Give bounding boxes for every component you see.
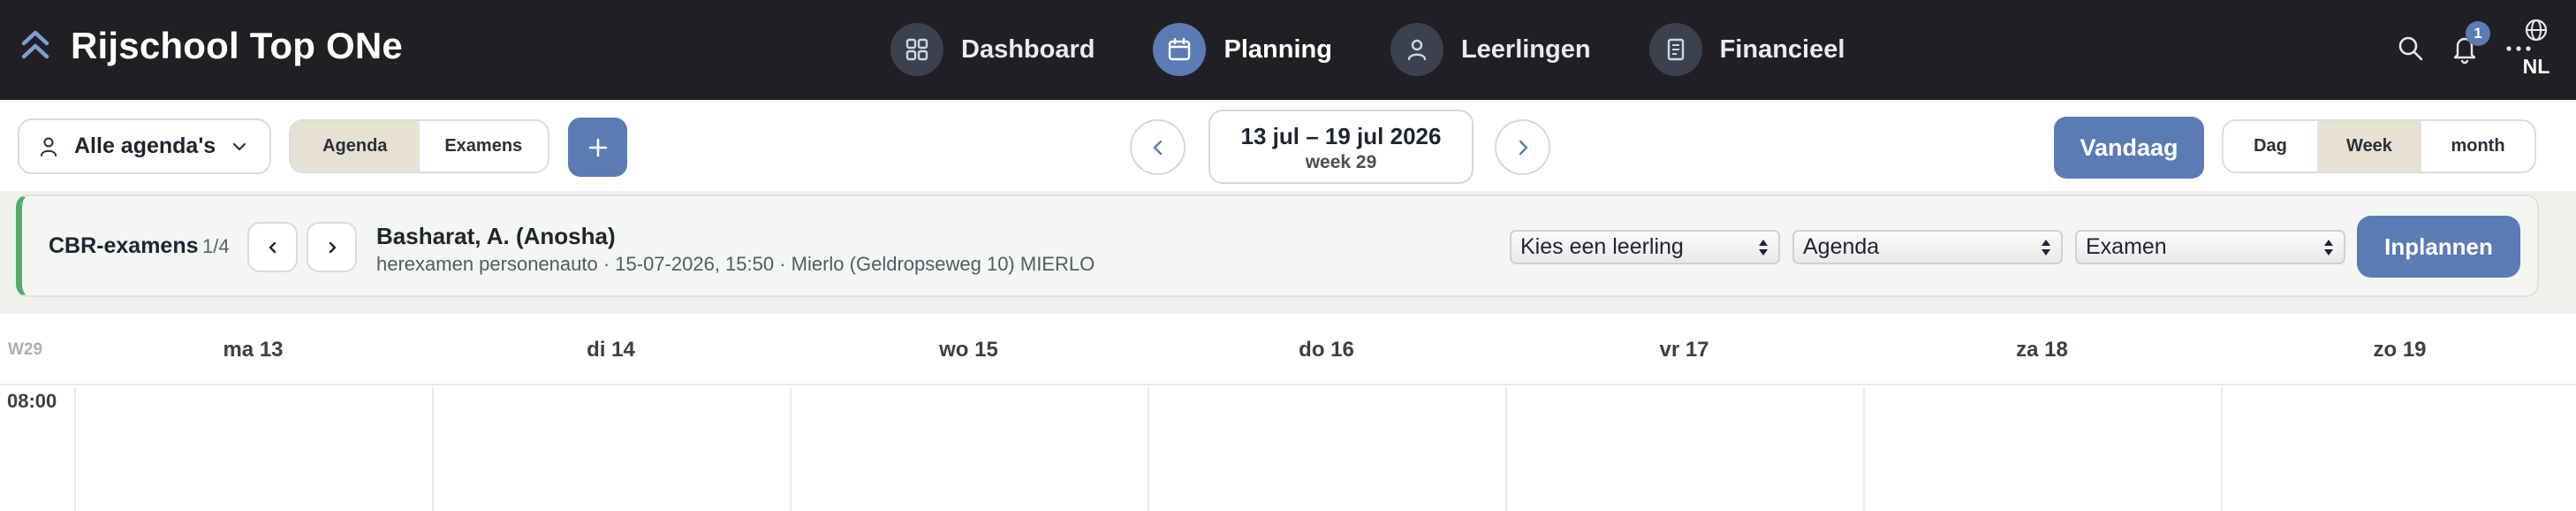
day-header-sunday[interactable]: zo 19 xyxy=(2221,338,2576,362)
day-column-divider xyxy=(1863,387,1865,511)
schedule-exam-button[interactable]: Inplannen xyxy=(2357,216,2520,278)
agenda-filter-select[interactable]: Alle agenda's xyxy=(18,118,271,174)
exam-select[interactable]: Examen xyxy=(2075,230,2345,264)
user-icon xyxy=(41,137,57,156)
select-arrows-icon xyxy=(2324,240,2333,256)
nav-label-leerlingen: Leerlingen xyxy=(1460,34,1591,64)
tab-week[interactable]: Week xyxy=(2317,121,2421,172)
previous-exam-button[interactable] xyxy=(247,222,298,272)
date-range-picker[interactable]: 13 jul – 19 jul 2026 week 29 xyxy=(1208,110,1474,184)
chevron-right-icon xyxy=(329,241,336,253)
agenda-select-value: Agenda xyxy=(1803,234,1880,259)
double-chevron-up-icon xyxy=(21,30,49,59)
language-code: NL xyxy=(2522,55,2550,78)
day-header-thursday[interactable]: do 16 xyxy=(1148,338,1505,362)
calendar-toolbar: Alle agenda's Agenda Examens 13 jul – 19… xyxy=(0,100,2576,191)
tab-dag[interactable]: Dag xyxy=(2224,121,2317,172)
day-header-wednesday[interactable]: wo 15 xyxy=(790,338,1148,362)
period-toggle: Dag Week month xyxy=(2222,119,2536,173)
agenda-select[interactable]: Agenda xyxy=(1792,230,2063,264)
nav-item-planning[interactable]: Planning xyxy=(1153,23,1332,76)
main-nav: Dashboard Planning Leerlingen Financieel xyxy=(890,23,1903,76)
week-label: week 29 xyxy=(1305,152,1377,172)
nav-label-dashboard: Dashboard xyxy=(961,34,1095,64)
nav-item-dashboard[interactable]: Dashboard xyxy=(890,23,1095,76)
day-column-divider xyxy=(1148,387,1149,511)
day-column-divider xyxy=(790,387,792,511)
previous-week-button[interactable] xyxy=(1130,119,1186,175)
calendar-icon xyxy=(1153,23,1207,76)
user-icon xyxy=(1390,23,1443,76)
app-title: Rijschool Top ONe xyxy=(71,25,403,66)
tab-agenda[interactable]: Agenda xyxy=(291,121,420,172)
day-column-divider xyxy=(2221,387,2223,511)
chevron-right-icon xyxy=(1519,140,1527,155)
agenda-filter-label: Alle agenda's xyxy=(74,133,216,158)
nav-label-planning: Planning xyxy=(1224,34,1332,64)
tab-examens[interactable]: Examens xyxy=(420,121,549,172)
next-week-button[interactable] xyxy=(1495,119,1550,175)
top-navigation-bar: Rijschool Top ONe Dashboard Planning Lee… xyxy=(0,0,2576,100)
week-calendar-grid: W29 ma 13 di 14 wo 15 do 16 vr 17 za 18 … xyxy=(0,314,2576,511)
select-arrows-icon xyxy=(1759,240,1768,256)
day-column-divider xyxy=(74,387,76,511)
today-button[interactable]: Vandaag xyxy=(2054,117,2204,179)
chevron-left-icon xyxy=(269,241,276,253)
day-header-row: W29 ma 13 di 14 wo 15 do 16 vr 17 za 18 … xyxy=(0,314,2576,385)
search-button[interactable] xyxy=(2397,34,2425,67)
nav-item-financieel[interactable]: Financieel xyxy=(1648,23,1845,76)
cbr-exam-panel: CBR-examens 1/4 Basharat, A. (Anosha) he… xyxy=(16,194,2539,297)
plus-icon xyxy=(588,138,607,156)
view-toggle: Agenda Examens xyxy=(289,119,549,173)
globe-icon xyxy=(2525,19,2548,42)
document-icon xyxy=(1648,23,1702,76)
next-exam-button[interactable] xyxy=(307,222,357,272)
grid-icon xyxy=(890,23,943,76)
day-header-tuesday[interactable]: di 14 xyxy=(432,338,790,362)
date-range: 13 jul – 19 jul 2026 xyxy=(1240,123,1442,149)
exam-panel-area: CBR-examens 1/4 Basharat, A. (Anosha) he… xyxy=(0,191,2576,314)
tab-month[interactable]: month xyxy=(2421,121,2534,172)
day-header-friday[interactable]: vr 17 xyxy=(1505,338,1863,362)
time-label: 08:00 xyxy=(7,390,57,412)
exam-details: herexamen personenauto · 15-07-2026, 15:… xyxy=(376,253,1095,275)
day-column-divider xyxy=(432,387,434,511)
nav-label-financieel: Financieel xyxy=(1719,34,1845,64)
exam-panel-title: CBR-examens xyxy=(49,233,199,258)
day-header-monday[interactable]: ma 13 xyxy=(74,338,432,362)
language-switcher[interactable]: NL xyxy=(2519,18,2553,80)
add-appointment-button[interactable] xyxy=(568,118,627,177)
exam-select-value: Examen xyxy=(2086,234,2167,259)
nav-item-leerlingen[interactable]: Leerlingen xyxy=(1390,23,1591,76)
brand[interactable]: Rijschool Top ONe xyxy=(19,25,403,67)
notifications-button[interactable]: 1 xyxy=(2451,21,2490,68)
student-select-value: Kies een leerling xyxy=(1520,234,1684,259)
notification-badge: 1 xyxy=(2466,21,2490,46)
exam-counter: 1/4 xyxy=(202,235,230,257)
chevron-left-icon xyxy=(1153,140,1162,155)
student-select[interactable]: Kies een leerling xyxy=(1510,230,1780,264)
exam-student-name: Basharat, A. (Anosha) xyxy=(376,223,616,249)
day-column-divider xyxy=(1505,387,1507,511)
chevron-down-icon xyxy=(232,142,246,151)
select-arrows-icon xyxy=(2042,240,2050,256)
search-icon xyxy=(2398,36,2423,61)
day-header-saturday[interactable]: za 18 xyxy=(1863,338,2221,362)
week-number: W29 xyxy=(8,340,43,359)
